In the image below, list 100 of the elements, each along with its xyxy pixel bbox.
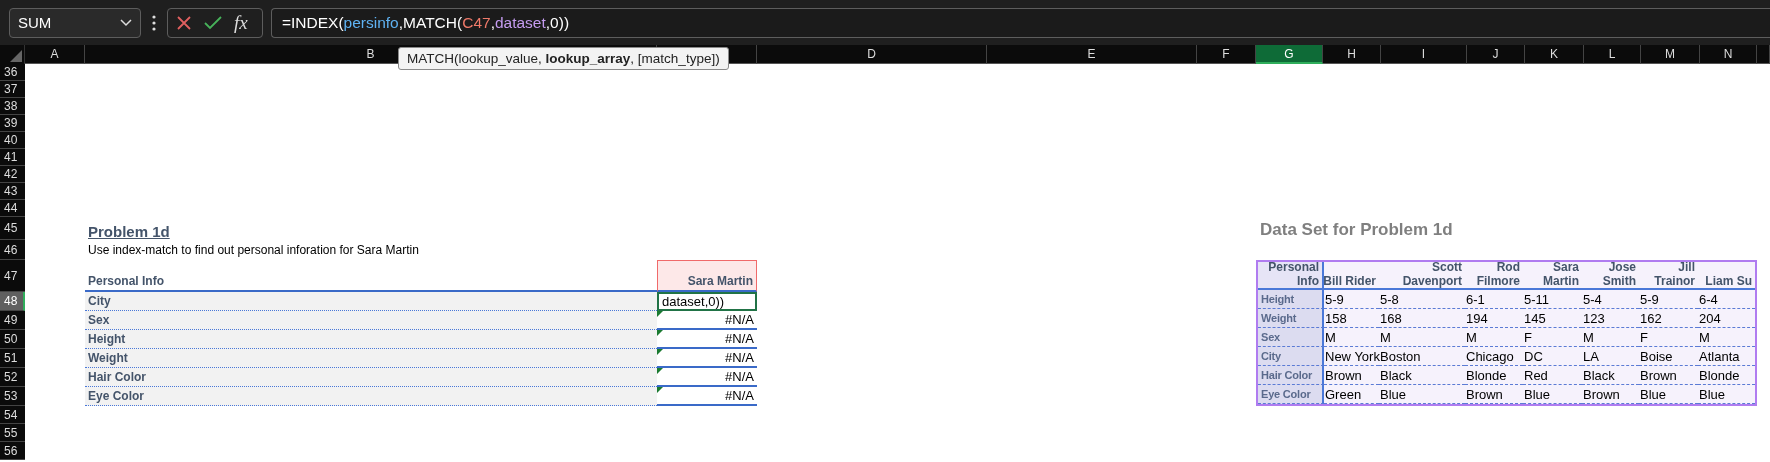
table-cell: Eye Color (1258, 385, 1324, 404)
table-cell: Weight (85, 349, 657, 368)
table-cell: Brown (1582, 385, 1639, 404)
table-cell: Black (1582, 366, 1639, 385)
table-cell: M (1698, 328, 1755, 347)
table-cell: Blue (1523, 385, 1582, 404)
row-header[interactable]: 45 (0, 217, 25, 240)
table-cell: Sex (1258, 328, 1324, 347)
table-cell: #N/A (657, 330, 757, 349)
table-cell: Hair Color (85, 368, 657, 387)
table-cell: 168 (1379, 309, 1465, 328)
insert-function-button[interactable]: fx (234, 11, 248, 34)
row-header[interactable]: 52 (0, 368, 25, 387)
row-header[interactable]: 55 (0, 424, 25, 442)
table-header-cell: Personal Info (1258, 262, 1324, 290)
row-header[interactable]: 53 (0, 387, 25, 406)
row-header[interactable]: 50 (0, 330, 25, 349)
select-all-icon[interactable] (10, 50, 22, 62)
table-cell: Atlanta (1698, 347, 1755, 366)
table-cell: Weight (1258, 309, 1324, 328)
table-cell: F (1639, 328, 1698, 347)
check-icon[interactable] (204, 15, 222, 30)
table-cell: Height (1258, 290, 1324, 309)
row-header[interactable]: 43 (0, 183, 25, 200)
table-header-cell[interactable]: Sara Martin (657, 260, 757, 292)
row-header[interactable]: 49 (0, 311, 25, 330)
column-header[interactable]: F (1197, 45, 1256, 64)
column-header[interactable]: G (1256, 45, 1323, 64)
table-cell: Boise (1639, 347, 1698, 366)
column-header[interactable]: N (1700, 45, 1757, 64)
table-cell: Green (1324, 385, 1379, 404)
column-header[interactable]: J (1467, 45, 1525, 64)
table-cell: #N/A (657, 387, 757, 406)
table-header-cell: Bill Rider (1324, 262, 1379, 290)
table-header-cell: Rod Filmore (1465, 262, 1523, 290)
table-cell: 162 (1639, 309, 1698, 328)
row-header[interactable]: 41 (0, 149, 25, 166)
table-cell: #N/A (657, 349, 757, 368)
table-cell: Eye Color (85, 387, 657, 406)
more-options-icon[interactable] (152, 14, 156, 31)
column-header[interactable]: L (1584, 45, 1641, 64)
row-header[interactable]: 54 (0, 406, 25, 424)
table-cell: Chicago (1465, 347, 1523, 366)
table-header-cell: Jose Smith (1582, 262, 1639, 290)
column-header[interactable]: K (1525, 45, 1584, 64)
table-cell: Blue (1379, 385, 1465, 404)
row-header[interactable]: 48 (0, 292, 25, 311)
table-cell: Brown (1324, 366, 1379, 385)
table-cell: Red (1523, 366, 1582, 385)
table-header-cell: Liam Su (1698, 262, 1755, 290)
table-cell: 145 (1523, 309, 1582, 328)
row-header[interactable]: 56 (0, 442, 25, 460)
row-header[interactable]: 42 (0, 166, 25, 183)
column-header[interactable]: M (1641, 45, 1700, 64)
table-cell: M (1465, 328, 1523, 347)
column-header[interactable]: A (25, 45, 85, 64)
row-header[interactable]: 40 (0, 132, 25, 149)
row-header[interactable]: 51 (0, 349, 25, 368)
table-cell: Brown (1465, 385, 1523, 404)
name-box-value: SUM (18, 14, 52, 31)
chevron-down-icon[interactable] (120, 18, 132, 27)
table-cell: M (1324, 328, 1379, 347)
table-cell: Height (85, 330, 657, 349)
row-header[interactable]: 37 (0, 81, 25, 98)
table-cell: LA (1582, 347, 1639, 366)
row-header[interactable]: 36 (0, 64, 25, 81)
table-cell: Boston (1379, 347, 1465, 366)
header-strip (1757, 45, 1770, 64)
table-cell: Black (1379, 366, 1465, 385)
dataset-title: Data Set for Problem 1d (1259, 220, 1454, 240)
table-cell: Blonde (1698, 366, 1755, 385)
cancel-icon[interactable] (176, 14, 192, 31)
row-header[interactable]: 38 (0, 98, 25, 115)
column-header[interactable]: E (987, 45, 1197, 64)
table-cell: 5-11 (1523, 290, 1582, 309)
row-header[interactable]: 39 (0, 115, 25, 132)
row-header[interactable]: 46 (0, 240, 25, 260)
table-header-cell: Scott Davenport (1379, 262, 1465, 290)
table-header-cell: Jill Trainor (1639, 262, 1698, 290)
column-header[interactable]: D (757, 45, 987, 64)
table-cell: Sex (85, 311, 657, 330)
problem-instruction: Use index-match to find out personal inforation for Sara Martin (87, 243, 420, 257)
name-box[interactable]: SUM (9, 7, 141, 38)
cell-edit-field[interactable]: dataset,0)) (657, 292, 757, 311)
row-header[interactable]: 47 (0, 260, 25, 292)
column-header[interactable]: I (1381, 45, 1467, 64)
table-cell: 194 (1465, 309, 1523, 328)
table-cell: 5-9 (1324, 290, 1379, 309)
table-cell: M (1582, 328, 1639, 347)
table-cell: 204 (1698, 309, 1755, 328)
table-cell: 5-4 (1582, 290, 1639, 309)
column-header[interactable]: H (1323, 45, 1381, 64)
row-header[interactable]: 44 (0, 200, 25, 217)
table-cell: 6-1 (1465, 290, 1523, 309)
table-cell: F (1523, 328, 1582, 347)
table-cell: City (1258, 347, 1324, 366)
table-cell: 6-4 (1698, 290, 1755, 309)
table-cell: Hair Color (1258, 366, 1324, 385)
formula-field[interactable]: =INDEX(persinfo,MATCH(C47,dataset,0)) (271, 7, 1770, 38)
table-cell: Blue (1698, 385, 1755, 404)
